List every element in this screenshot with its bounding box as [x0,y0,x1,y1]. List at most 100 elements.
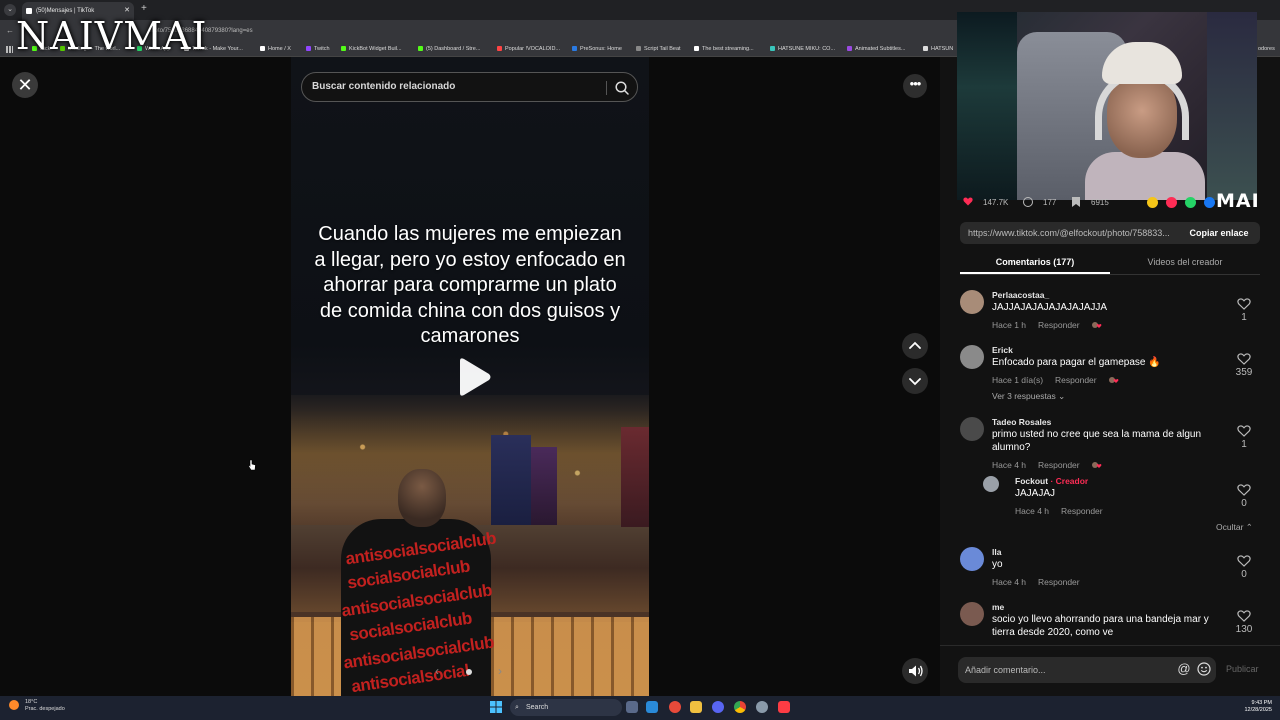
previous-post-button[interactable] [902,333,928,359]
comment-like-button[interactable]: 1 [1232,298,1256,323]
taskbar-search[interactable]: ⌕ Search [510,699,622,716]
comment-like-button[interactable]: 1 [1232,425,1256,450]
task-view-icon[interactable] [626,701,638,713]
hide-replies-button[interactable]: Ocultar ⌃ [1216,522,1253,533]
tab-search-button[interactable]: ⌄ [4,4,16,16]
comment-meta: Hace 1 h Responder [992,320,1102,330]
heart-icon [1237,353,1251,365]
share-facebook-icon[interactable] [1204,197,1215,208]
post-link[interactable]: https://www.tiktok.com/@elfockout/photo/… [968,222,1182,244]
bookmark-dashboard[interactable]: (5) Dashboard / Stre... [418,46,480,52]
comment-like-button[interactable]: 0 [1232,555,1256,580]
reply-item: Fockout · Creador JAJAJAJ Hace 4 h Respon… [983,476,1260,516]
reply-button[interactable]: Responder [1038,320,1080,330]
comment-like-count: 359 [1235,367,1253,378]
avatar[interactable] [960,417,984,441]
reply-button[interactable]: Responder [1055,375,1097,385]
reply-button[interactable]: Responder [1038,577,1080,587]
mention-icon[interactable]: @ [1177,662,1191,676]
emoji-icon[interactable] [1197,662,1211,676]
settings-icon[interactable] [756,701,768,713]
tab-creator-videos[interactable]: Videos del creador [1110,250,1260,274]
windows-start-icon[interactable] [490,701,502,713]
tab-comments[interactable]: Comentarios (177) [960,250,1110,274]
comment-username[interactable]: Fockout · Creador [1015,476,1088,486]
heart-icon [1237,298,1251,310]
comment-username[interactable]: me [992,602,1004,612]
avatar[interactable] [960,345,984,369]
copy-link-button[interactable]: Copiar enlace [1182,222,1256,244]
bookmark-streaming[interactable]: The best streaming... [694,46,754,52]
bookmark-x[interactable]: Home / X [260,46,291,52]
carousel-next-icon[interactable]: › [492,663,508,679]
bookmark-twitch[interactable]: Twitch [306,46,330,52]
volume-button[interactable] [902,658,928,684]
play-icon[interactable] [456,357,492,397]
related-search-input[interactable]: Buscar contenido relacionado [312,73,602,101]
youtube-icon [497,46,502,51]
heart-icon [1237,484,1251,496]
comment-username[interactable]: lla [992,547,1001,557]
publish-button[interactable]: Publicar [1226,664,1259,674]
view-replies-button[interactable]: Ver 3 respuestas ⌄ [992,391,1065,402]
carousel-prev-icon[interactable]: ‹ [429,663,445,679]
comment-username[interactable]: Tadeo Rosales [992,417,1051,427]
comment-item: Perlaacostaa_ JAJJAJAJAJAJAJAJAJJA Hace … [960,290,1260,334]
comment-like-button[interactable]: 359 [1232,353,1256,378]
webcam-background [957,12,1017,200]
reply-button[interactable]: Responder [1038,460,1080,470]
discord-icon[interactable] [712,701,724,713]
apps-icon[interactable] [6,46,13,53]
weather-widget[interactable]: 18°C Prac. despejado [25,699,65,713]
weather-icon[interactable] [9,700,19,710]
search-icon[interactable] [614,80,630,96]
system-clock[interactable]: 9:43 PM 12/28/2025 [1236,700,1272,714]
new-tab-button[interactable]: + [141,3,147,14]
photo-caption: Cuando las mujeres me empiezan a llegar,… [314,223,626,347]
bookmark-kickbot[interactable]: KickBot Widget Buil... [341,46,402,52]
bookmark-presonus[interactable]: PreSonus: Home [572,46,622,52]
bookmark-vocaloid[interactable]: Popular !VOCALOID... [497,46,560,52]
avatar[interactable] [983,476,999,492]
share-tiktok-icon[interactable] [1166,197,1177,208]
webcam-background [1207,12,1257,200]
x-icon [260,46,265,51]
bookmark-icon[interactable] [1072,197,1080,207]
close-icon[interactable]: ✕ [12,72,38,98]
music-icon[interactable] [778,701,790,713]
back-icon[interactable]: ← [6,26,14,35]
avatar[interactable] [960,290,984,314]
comment-icon[interactable] [1023,197,1033,207]
comment-like-button[interactable]: 0 [1232,484,1256,509]
related-search-bar[interactable]: Buscar contenido relacionado [301,72,638,102]
city-lights [291,395,649,525]
avatar[interactable] [960,547,984,571]
heart-icon [1237,555,1251,567]
streaming-icon [694,46,699,51]
share-whatsapp-icon[interactable] [1185,197,1196,208]
file-explorer-icon[interactable] [690,701,702,713]
bookmark-hatsune-2[interactable]: HATSUN [923,46,953,52]
comment-text: yo [992,559,1003,570]
like-icon[interactable] [963,197,973,206]
comment-username[interactable]: Perlaacostaa_ [992,290,1049,300]
bookmark-overflow[interactable]: odores [1258,46,1275,52]
app-icon[interactable] [669,701,681,713]
avatar[interactable] [960,602,984,626]
carousel-indicator [466,669,472,675]
bookmark-script[interactable]: Script Tail Beat [636,46,681,52]
share-emoji-icon[interactable] [1147,197,1158,208]
comment-username[interactable]: Erick [992,345,1013,355]
edge-icon[interactable] [646,701,658,713]
building [531,447,557,525]
chrome-icon[interactable] [734,701,746,713]
comment-like-button[interactable]: 130 [1232,610,1256,635]
hide-replies-label: Ocultar [1216,522,1244,532]
more-options-icon[interactable]: ••• [903,74,927,98]
reply-button[interactable]: Responder [1061,506,1103,516]
next-post-button[interactable] [902,368,928,394]
comment-text: primo usted no cree que sea la mama de a… [992,429,1202,453]
person-head [398,469,446,527]
bookmark-subtitles[interactable]: Animated Subtitles... [847,46,905,52]
bookmark-hatsune[interactable]: HATSUNE MIKU: CO... [770,46,835,52]
